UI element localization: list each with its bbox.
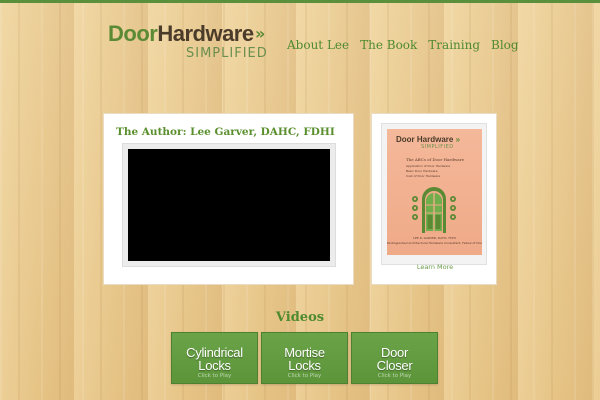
learn-more-link[interactable]: Learn More <box>372 263 498 271</box>
door-illustration-icon <box>412 187 456 233</box>
top-accent-bar <box>0 0 600 3</box>
book-cover-author-credentials: Distinguished Architectural Hardware Con… <box>387 241 482 245</box>
book-cover-brand-hardware: Hardware <box>416 135 454 144</box>
book-cover-brand-door: Door <box>396 135 415 144</box>
video-button-subtext: Click to Play <box>377 373 412 379</box>
book-cover-tagline: SIMPLIFIED <box>421 144 454 150</box>
book-cover-frame: Door Hardware » SIMPLIFIED The ABCs of D… <box>381 123 487 265</box>
logo-wordmark: DoorHardware <box>108 22 254 46</box>
book-panel: Door Hardware » SIMPLIFIED The ABCs of D… <box>371 113 497 285</box>
video-button-subtext: Click to Play <box>197 373 232 379</box>
author-video-player[interactable] <box>128 149 330 261</box>
author-title: The Author: Lee Garver, DAHC, FDHI <box>116 126 335 138</box>
video-button-label-line2: Closer <box>376 358 413 373</box>
videos-heading: Videos <box>275 310 325 325</box>
author-panel: The Author: Lee Garver, DAHC, FDHI <box>103 113 354 285</box>
nav-about-lee[interactable]: About Lee <box>287 38 349 52</box>
book-cover-author: LEE R. GARVER, DAHC, FDHI <box>413 236 456 240</box>
logo-hardware-text: Hardware <box>157 21 254 46</box>
video-button-subtext: Click to Play <box>287 373 322 379</box>
video-button-label-line2: Locks <box>198 358 231 373</box>
logo-door-text: Door <box>108 21 158 46</box>
nav-training[interactable]: Training <box>428 38 480 52</box>
nav-blog[interactable]: Blog <box>491 38 519 52</box>
book-cover-brand: Door Hardware » <box>396 135 460 144</box>
video-button-label-line2: Locks <box>288 358 321 373</box>
mortise-locks-video-button[interactable]: Mortise Locks Click to Play <box>261 332 348 384</box>
video-button-label: Cylindrical Locks <box>172 346 257 372</box>
book-cover-image[interactable]: Door Hardware » SIMPLIFIED The ABCs of D… <box>387 129 482 255</box>
site-logo[interactable]: DoorHardware » SIMPLIFIED <box>108 22 273 66</box>
door-closer-video-button[interactable]: Door Closer Click to Play <box>351 332 438 384</box>
logo-tagline: SIMPLIFIED <box>186 46 268 61</box>
nav-the-book[interactable]: The Book <box>360 38 417 52</box>
main-nav: About Lee The Book Training Blog <box>287 38 519 52</box>
logo-chevron-icon: » <box>255 24 266 43</box>
video-button-label: Mortise Locks <box>262 346 347 372</box>
video-button-label: Door Closer <box>352 346 437 372</box>
book-cover-heading: The ABCs of Door Hardware <box>406 157 464 162</box>
author-video-frame <box>122 143 336 267</box>
book-cover-chevron-icon: » <box>455 135 461 144</box>
cylindrical-locks-video-button[interactable]: Cylindrical Locks Click to Play <box>171 332 258 384</box>
